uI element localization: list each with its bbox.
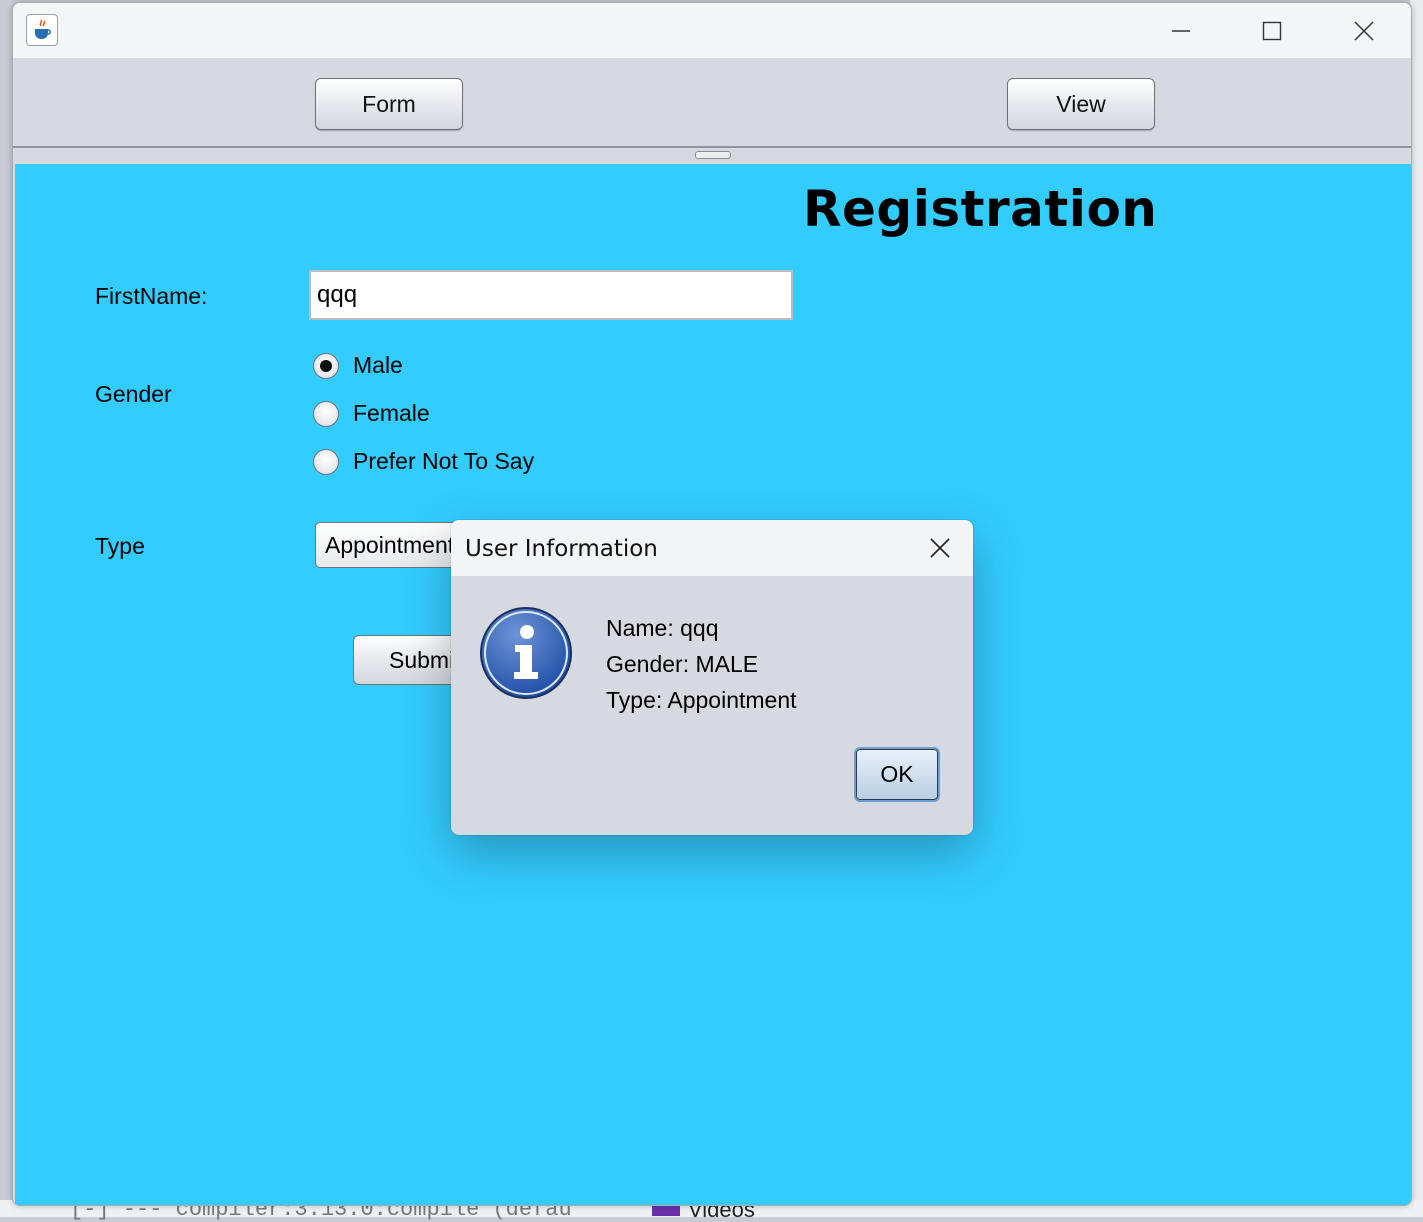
radio-button-checked[interactable] [313, 352, 339, 379]
dialog-message-gender: Gender: MALE [606, 651, 759, 677]
close-icon[interactable] [1341, 11, 1387, 51]
dialog-message-type: Type: Appointment [606, 687, 797, 713]
close-icon[interactable] [921, 532, 959, 564]
gender-radio-prefer-not-to-say[interactable]: Prefer Not To Say [313, 448, 534, 475]
user-information-dialog: User Information Name: qqq Gender: MALE … [451, 520, 973, 835]
gender-radio-female[interactable]: Female [313, 400, 430, 427]
radio-button[interactable] [313, 400, 339, 427]
minimize-icon[interactable] [1158, 11, 1204, 51]
title-bar[interactable] [13, 3, 1411, 58]
split-pane-divider-handle[interactable] [695, 151, 731, 159]
dialog-title-bar[interactable]: User Information [451, 520, 973, 576]
type-label: Type [95, 533, 145, 559]
ok-button[interactable]: OK [854, 747, 940, 802]
dialog-title: User Information [465, 536, 658, 562]
radio-label-prefer-not-to-say: Prefer Not To Say [353, 448, 535, 474]
toolbar: Form View [13, 58, 1411, 148]
first-name-label: FirstName: [95, 283, 208, 309]
info-icon [479, 606, 573, 700]
dialog-message-name: Name: qqq [606, 615, 719, 641]
page-title: Registration [803, 180, 1158, 238]
radio-label-female: Female [353, 400, 430, 426]
gender-radio-male[interactable]: Male [313, 352, 403, 379]
gender-label: Gender [95, 381, 172, 407]
form-button[interactable]: Form [315, 78, 463, 130]
radio-label-male: Male [353, 352, 403, 378]
maximize-icon[interactable] [1249, 11, 1295, 51]
first-name-input[interactable]: qqq [309, 270, 793, 320]
view-button[interactable]: View [1007, 78, 1155, 130]
radio-button[interactable] [313, 448, 339, 475]
java-cup-icon[interactable] [26, 14, 58, 46]
